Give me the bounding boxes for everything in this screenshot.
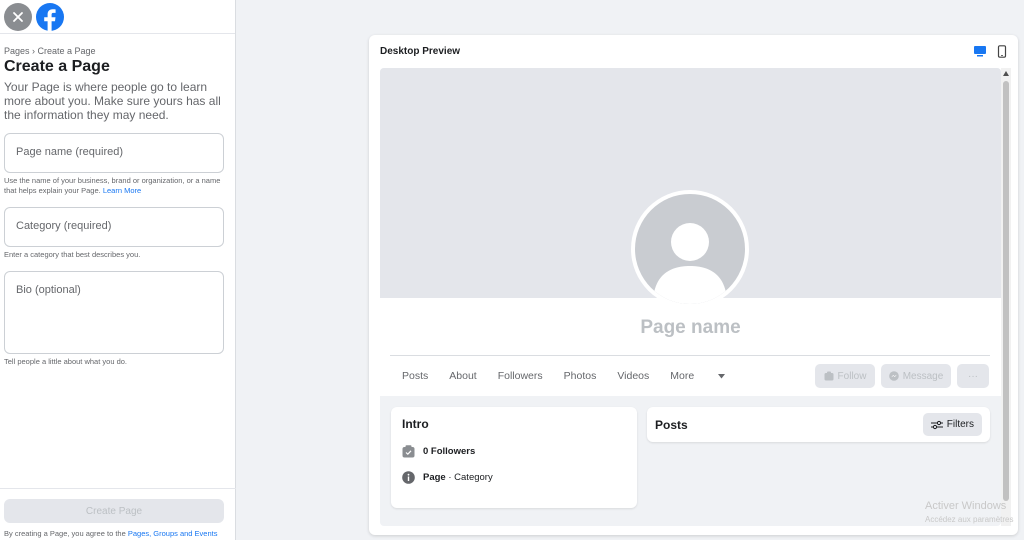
bio-help: Tell people a little about what you do. [4, 357, 127, 366]
terms-link[interactable]: Pages, Groups and Events [128, 529, 218, 538]
bio-input[interactable]: Bio (optional) [4, 271, 224, 354]
caret-down-icon [718, 373, 726, 378]
followers-row: 0 Followers [402, 445, 626, 458]
category-help: Enter a category that best describes you… [4, 250, 141, 259]
category-row: Page · Category [402, 471, 626, 484]
tab-about[interactable]: About [449, 370, 476, 382]
windows-activation-watermark: Activer Windows Accédez aux paramètres [925, 500, 1014, 524]
scroll-up-icon[interactable] [1003, 71, 1009, 76]
page-subtitle: Your Page is where people go to learn mo… [4, 80, 221, 122]
follow-icon [824, 371, 834, 381]
follow-button[interactable]: Follow [815, 364, 875, 388]
intro-card: Intro 0 Followers Page · Category [391, 407, 637, 508]
mobile-icon [997, 44, 1007, 58]
message-label: Message [902, 370, 944, 382]
tab-posts[interactable]: Posts [402, 370, 428, 382]
profile-picture [631, 190, 749, 308]
preview-header: Desktop Preview [369, 35, 1018, 67]
more-label: More [670, 370, 695, 382]
learn-more-link[interactable]: Learn More [103, 186, 141, 195]
divider [390, 355, 990, 356]
watermark-line2: Accédez aux paramètres [925, 515, 1014, 524]
page-label: Page [423, 472, 446, 483]
page-tabs: Posts About Followers Photos Videos More [402, 370, 746, 382]
page-title: Create a Page [4, 58, 110, 75]
desktop-view-button[interactable] [973, 45, 987, 57]
page-name-preview: Page name [640, 317, 741, 338]
followers-count: 0 Followers [423, 446, 476, 457]
bottom-bar: Create Page By creating a Page, you agre… [0, 488, 236, 540]
filters-button[interactable]: Filters [922, 413, 982, 436]
messenger-icon [888, 371, 899, 381]
page-actions: Follow Message ··· [815, 364, 989, 388]
close-icon [13, 11, 23, 22]
breadcrumb[interactable]: Pages › Create a Page [4, 46, 231, 56]
intro-title: Intro [402, 417, 429, 431]
terms-text: By creating a Page, you agree to the Pag… [4, 529, 232, 538]
more-options-button[interactable]: ··· [957, 364, 989, 388]
follow-label: Follow [837, 370, 867, 382]
mobile-view-button[interactable] [997, 44, 1007, 58]
preview-title: Desktop Preview [380, 45, 461, 57]
tab-videos[interactable]: Videos [617, 370, 649, 382]
posts-card: Posts Filters [647, 407, 990, 442]
watermark-line1: Activer Windows [925, 500, 1007, 512]
create-page-panel: Pages › Create a Page Create a Page Your… [0, 0, 236, 540]
filters-label: Filters [946, 419, 974, 430]
create-page-button[interactable]: Create Page [4, 499, 224, 523]
sliders-icon [930, 420, 943, 429]
category-label: · Category [448, 472, 493, 483]
terms-prefix: By creating a Page, you agree to the [4, 529, 126, 538]
message-button[interactable]: Message [881, 364, 951, 388]
desktop-icon [974, 46, 986, 57]
tab-photos[interactable]: Photos [564, 370, 597, 382]
posts-title: Posts [655, 417, 688, 432]
page-name-help: Use the name of your business, brand or … [4, 176, 226, 196]
page-name-input[interactable]: Page name (required) [4, 133, 224, 173]
close-button[interactable] [4, 2, 32, 31]
top-bar [0, 0, 235, 34]
followers-icon [402, 445, 415, 458]
avatar-placeholder-icon [653, 223, 727, 304]
desktop-preview-card: Desktop Preview Page name Posts About Fo… [369, 35, 1018, 535]
info-icon [402, 471, 415, 484]
scrollbar-thumb[interactable] [1003, 81, 1009, 501]
preview-screen: Page name Posts About Followers Photos V… [380, 68, 1001, 526]
tab-followers[interactable]: Followers [498, 370, 543, 382]
facebook-logo-icon[interactable] [36, 2, 64, 31]
tab-more[interactable]: More [670, 370, 726, 382]
category-input[interactable]: Category (required) [4, 207, 224, 247]
